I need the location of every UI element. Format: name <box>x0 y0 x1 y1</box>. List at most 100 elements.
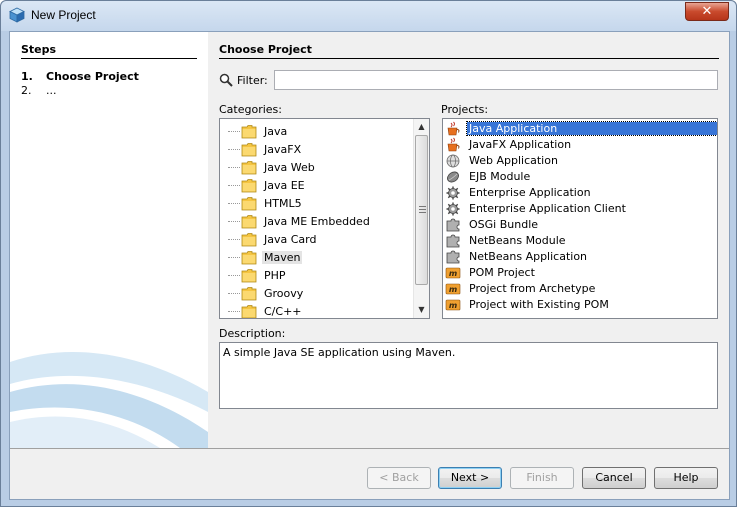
page-title: Choose Project <box>219 43 312 56</box>
projects-label: Projects: <box>441 103 489 116</box>
project-label: NetBeans Application <box>469 250 588 263</box>
step-2: 2.... <box>21 84 57 97</box>
category-label: Java Web <box>264 161 315 174</box>
folder-icon <box>241 287 257 301</box>
project-item[interactable]: Web Application <box>443 153 717 169</box>
folder-icon <box>241 215 257 229</box>
steps-title: Steps <box>21 43 57 56</box>
globe-icon <box>446 154 460 168</box>
category-item[interactable]: Java Card <box>220 231 420 249</box>
category-item[interactable]: HTML5 <box>220 195 420 213</box>
category-item[interactable]: Groovy <box>220 285 420 303</box>
category-label: JavaFX <box>264 143 302 156</box>
category-item[interactable]: Java Web <box>220 159 420 177</box>
category-label: Maven <box>262 251 303 264</box>
projects-list[interactable]: Java Application JavaFX Application Web Ap… <box>442 118 718 319</box>
decorative-swoosh <box>10 352 208 448</box>
tree-connector <box>228 311 240 312</box>
project-item[interactable]: NetBeans Application <box>443 249 717 265</box>
category-label: C/C++ <box>264 305 302 318</box>
project-label: Enterprise Application <box>469 186 591 199</box>
categories-label: Categories: <box>219 103 282 116</box>
tree-connector <box>228 239 240 240</box>
category-item[interactable]: PHP <box>220 267 420 285</box>
java-cup-icon <box>447 121 460 136</box>
scrollbar-thumb[interactable] <box>415 135 428 285</box>
svg-text:m: m <box>449 269 457 278</box>
step-number: 1. <box>21 70 33 83</box>
folder-icon <box>241 143 257 157</box>
filter-label: Filter: <box>237 74 268 87</box>
tree-connector <box>228 275 240 276</box>
step-label: Choose Project <box>46 70 139 83</box>
project-item[interactable]: OSGi Bundle <box>443 217 717 233</box>
project-item[interactable]: NetBeans Module <box>443 233 717 249</box>
folder-icon <box>241 269 257 283</box>
tree-connector <box>228 221 240 222</box>
back-button[interactable]: < Back <box>367 467 431 489</box>
folder-icon <box>241 197 257 211</box>
category-item[interactable]: C/C++ <box>220 303 420 318</box>
project-item[interactable]: Enterprise Application Client <box>443 201 717 217</box>
category-item[interactable]: Java <box>220 123 420 141</box>
new-project-dialog: New Project ✕ Steps 1. Choose Project 2..… <box>0 0 737 507</box>
tree-connector <box>228 149 240 150</box>
categories-scrollbar[interactable]: ▲ ▼ <box>413 119 429 318</box>
category-label: Java <box>264 125 288 138</box>
project-label: Enterprise Application Client <box>469 202 626 215</box>
folder-icon <box>241 179 257 193</box>
description-label: Description: <box>219 327 286 340</box>
project-label: JavaFX Application <box>469 138 572 151</box>
category-item[interactable]: JavaFX <box>220 141 420 159</box>
title-bar[interactable]: New Project ✕ <box>1 1 736 31</box>
tree-connector <box>228 257 240 258</box>
project-label: Project with Existing POM <box>469 298 609 311</box>
netbeans-cube-icon <box>9 7 25 23</box>
project-label: EJB Module <box>469 170 531 183</box>
folder-icon <box>241 305 257 318</box>
project-label: POM Project <box>469 266 535 279</box>
close-button[interactable]: ✕ <box>685 2 729 21</box>
magnifier-icon <box>219 73 233 87</box>
project-item[interactable]: m Project with Existing POM <box>443 297 717 313</box>
description-box: A simple Java SE application using Maven… <box>219 342 718 409</box>
project-item[interactable]: Enterprise Application <box>443 185 717 201</box>
categories-tree[interactable]: Java JavaFX Java Web Java EE HTML5 Java ME Em… <box>219 118 430 319</box>
folder-icon <box>241 251 257 265</box>
finish-button[interactable]: Finish <box>510 467 574 489</box>
steps-panel: Steps 1. Choose Project 2.... <box>10 32 208 448</box>
dialog-client: Steps 1. Choose Project 2.... Choose Proj… <box>9 31 730 500</box>
maven-icon: m <box>445 267 461 279</box>
step-number: 2. <box>21 84 32 97</box>
scroll-down-arrow-icon[interactable]: ▼ <box>414 302 429 318</box>
category-label: PHP <box>264 269 286 282</box>
project-label: Java Application <box>466 121 717 136</box>
category-label: Groovy <box>264 287 304 300</box>
filter-input[interactable] <box>274 70 718 90</box>
category-item[interactable]: Java ME Embedded <box>220 213 420 231</box>
svg-text:m: m <box>449 301 457 310</box>
steps-divider <box>21 58 197 59</box>
help-button[interactable]: Help <box>654 467 718 489</box>
project-label: Web Application <box>469 154 558 167</box>
tree-connector <box>228 167 240 168</box>
category-item[interactable]: Java EE <box>220 177 420 195</box>
next-button[interactable]: Next > <box>438 467 502 489</box>
project-item[interactable]: Java Application <box>443 121 717 137</box>
folder-icon <box>241 161 257 175</box>
puzzle-icon <box>446 218 460 232</box>
tree-connector <box>228 131 240 132</box>
project-item[interactable]: JavaFX Application <box>443 137 717 153</box>
category-item[interactable]: Maven <box>220 249 420 267</box>
project-item[interactable]: EJB Module <box>443 169 717 185</box>
project-item[interactable]: m POM Project <box>443 265 717 281</box>
cancel-button[interactable]: Cancel <box>582 467 646 489</box>
step-1: 1. Choose Project <box>21 70 139 83</box>
scroll-up-arrow-icon[interactable]: ▲ <box>414 119 429 135</box>
folder-icon <box>241 233 257 247</box>
project-item[interactable]: m Project from Archetype <box>443 281 717 297</box>
category-label: Java ME Embedded <box>264 215 370 228</box>
java-cup-icon <box>447 137 460 152</box>
category-label: Java EE <box>264 179 305 192</box>
gear-icon <box>446 202 460 216</box>
